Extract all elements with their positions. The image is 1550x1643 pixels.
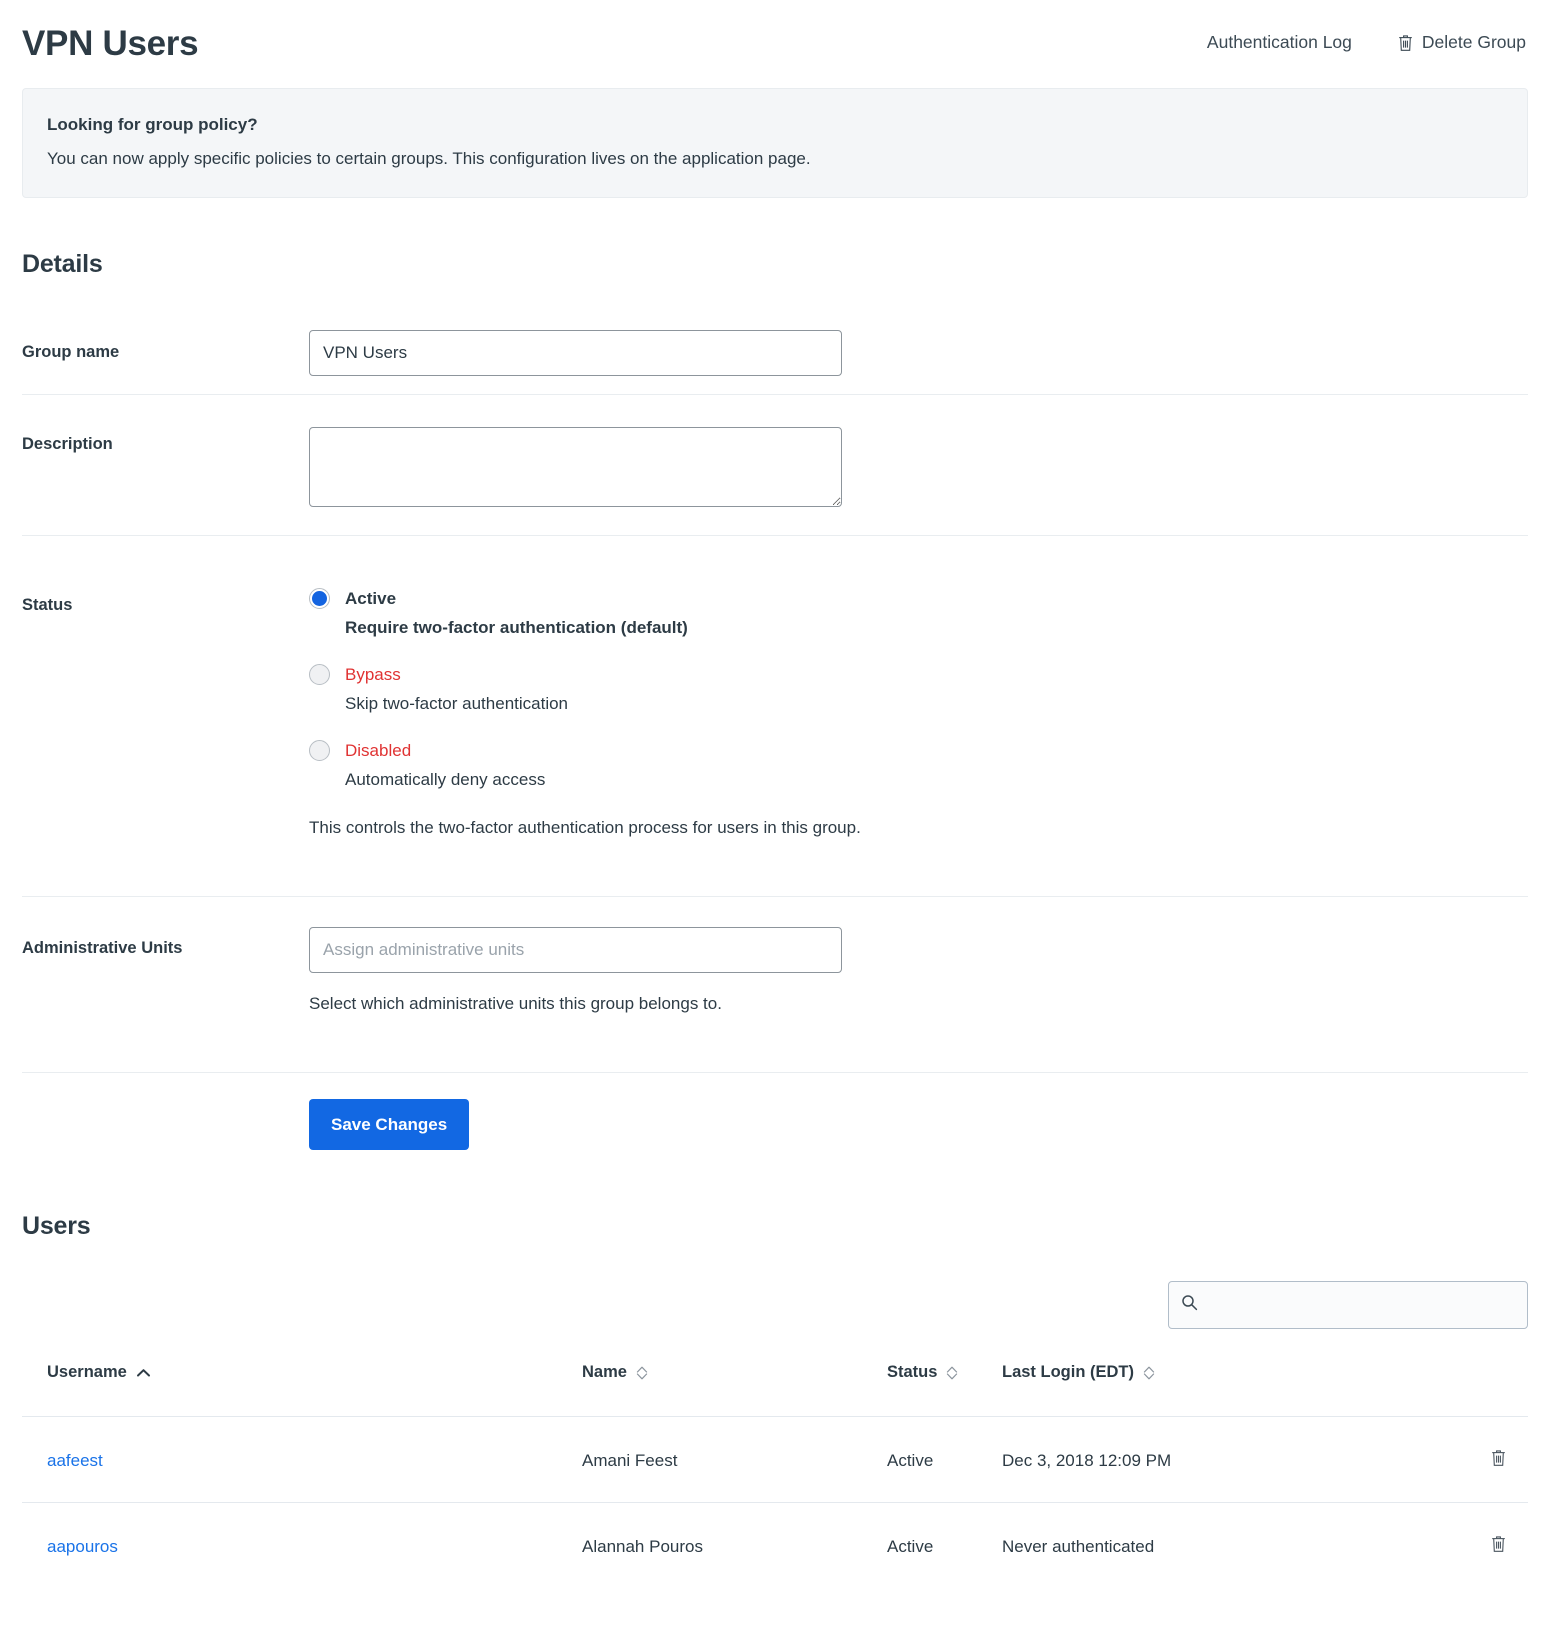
administrative-units-hint: Select which administrative units this g… (309, 994, 722, 1013)
status-option-disabled-label: Disabled (345, 740, 412, 760)
cell-name: Alannah Pouros (582, 1502, 887, 1588)
administrative-units-control: Select which administrative units this g… (309, 927, 1528, 1014)
authentication-log-link[interactable]: Authentication Log (1207, 34, 1352, 52)
radio-disabled[interactable] (309, 740, 330, 761)
page-title: VPN Users (22, 23, 199, 63)
trash-icon (1492, 1450, 1505, 1466)
delete-user-button[interactable] (1491, 1449, 1506, 1472)
status-row: Status Active Require two-factor authent… (22, 536, 1528, 897)
cell-name: Amani Feest (582, 1416, 887, 1503)
administrative-units-input[interactable] (309, 927, 842, 973)
status-option-active-sub: Require two-factor authentication (defau… (345, 618, 688, 637)
status-control: Active Require two-factor authentication… (309, 566, 1528, 838)
cell-username: aafeest (22, 1416, 582, 1503)
save-row-spacer (22, 1099, 309, 1103)
column-header-name[interactable]: Name (582, 1363, 887, 1417)
column-header-status[interactable]: Status (887, 1363, 1002, 1417)
status-option-bypass-sub: Skip two-factor authentication (345, 694, 569, 713)
description-textarea[interactable] (309, 427, 842, 507)
info-banner-text: You can now apply specific policies to c… (47, 149, 811, 168)
cell-actions (1382, 1502, 1528, 1588)
search-icon (1181, 1294, 1198, 1316)
status-option-disabled-sub: Automatically deny access (345, 770, 546, 789)
group-name-input[interactable] (309, 329, 842, 376)
user-link[interactable]: aapouros (47, 1537, 118, 1556)
users-table: Username Name Status Last Login (EDT) aa… (22, 1363, 1528, 1588)
cell-last-login: Never authenticated (1002, 1502, 1382, 1588)
table-row: aapouros Alannah Pouros Active Never aut… (22, 1502, 1528, 1588)
save-row: Save Changes (22, 1073, 1528, 1150)
status-hint: This controls the two-factor authenticat… (309, 818, 861, 837)
column-header-status-label: Status (887, 1363, 938, 1381)
details-heading: Details (22, 250, 103, 278)
trash-icon (1492, 1536, 1505, 1552)
administrative-units-row: Administrative Units Select which admini… (22, 897, 1528, 1073)
column-header-last-login-label: Last Login (EDT) (1002, 1363, 1134, 1381)
save-changes-button[interactable]: Save Changes (309, 1099, 470, 1150)
cell-status: Active (887, 1502, 1002, 1588)
status-label: Status (22, 596, 73, 614)
users-heading-wrap: Users (22, 1150, 1528, 1241)
delete-user-button[interactable] (1491, 1535, 1506, 1558)
users-table-body: aafeest Amani Feest Active Dec 3, 2018 1… (22, 1416, 1528, 1588)
column-header-name-label: Name (582, 1363, 627, 1381)
column-header-actions (1382, 1363, 1528, 1417)
users-table-head: Username Name Status Last Login (EDT) (22, 1363, 1528, 1417)
delete-group-button[interactable]: Delete Group (1398, 34, 1526, 52)
status-option-bypass-label: Bypass (345, 664, 401, 684)
cell-actions (1382, 1416, 1528, 1503)
group-name-row: Group name (22, 311, 1528, 395)
status-option-active[interactable]: Active Require two-factor authentication… (309, 588, 1528, 638)
group-policy-info-banner: Looking for group policy? You can now ap… (22, 88, 1528, 198)
cell-username: aapouros (22, 1502, 582, 1588)
column-header-username-label: Username (47, 1363, 127, 1381)
page-root: VPN Users Authentication Log Delete Grou… (0, 0, 1550, 1588)
page-header: VPN Users Authentication Log Delete Grou… (22, 0, 1528, 78)
description-label: Description (22, 435, 113, 453)
header-actions: Authentication Log Delete Group (1207, 34, 1528, 52)
description-row: Description (22, 395, 1528, 536)
save-control: Save Changes (309, 1099, 1528, 1150)
sort-none-icon (636, 1366, 648, 1379)
administrative-units-label: Administrative Units (22, 939, 183, 957)
cell-status: Active (887, 1416, 1002, 1503)
column-header-username[interactable]: Username (22, 1363, 582, 1417)
users-heading: Users (22, 1212, 91, 1240)
radio-bypass[interactable] (309, 664, 330, 685)
radio-active[interactable] (309, 588, 330, 609)
status-option-disabled[interactable]: Disabled Automatically deny access (309, 740, 1528, 790)
sort-none-icon (947, 1366, 958, 1379)
info-banner-title: Looking for group policy? (47, 115, 258, 134)
user-search-box[interactable] (1168, 1281, 1528, 1329)
users-table-toolbar (22, 1241, 1528, 1363)
authentication-log-label: Authentication Log (1206, 32, 1352, 53)
group-name-label: Group name (22, 343, 120, 361)
column-header-last-login[interactable]: Last Login (EDT) (1002, 1363, 1382, 1417)
user-search-input[interactable] (1206, 1282, 1515, 1328)
user-link[interactable]: aafeest (47, 1451, 103, 1470)
cell-last-login: Dec 3, 2018 12:09 PM (1002, 1416, 1382, 1503)
group-name-control (309, 329, 1528, 376)
description-control (309, 427, 1528, 507)
table-row: aafeest Amani Feest Active Dec 3, 2018 1… (22, 1416, 1528, 1503)
users-table-header-row: Username Name Status Last Login (EDT) (22, 1363, 1528, 1417)
details-heading-wrap: Details (22, 198, 1528, 311)
sort-asc-icon (136, 1368, 150, 1376)
status-option-active-label: Active (345, 588, 397, 608)
sort-none-icon (1143, 1366, 1155, 1379)
status-option-bypass[interactable]: Bypass Skip two-factor authentication (309, 664, 1528, 714)
trash-icon (1398, 34, 1413, 52)
status-radio-group: Active Require two-factor authentication… (309, 566, 1528, 790)
delete-group-label: Delete Group (1421, 32, 1526, 53)
